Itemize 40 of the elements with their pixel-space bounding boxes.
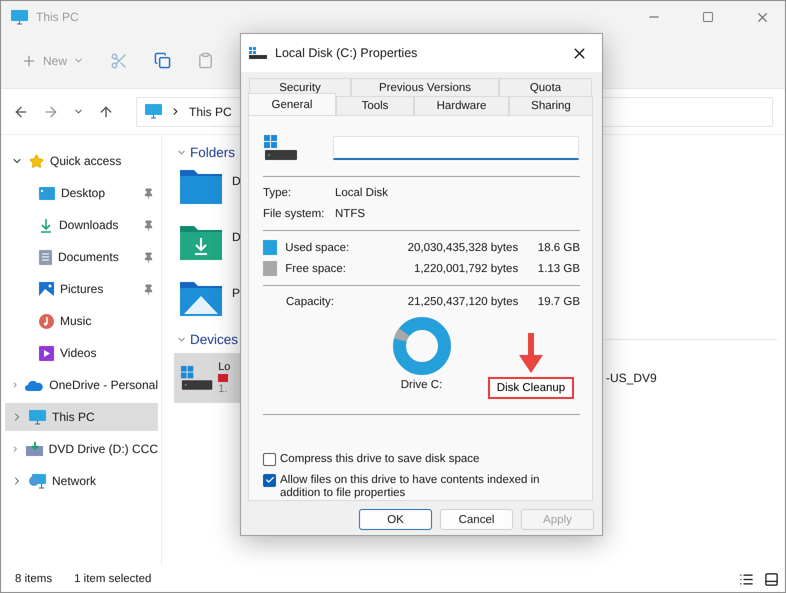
sidebar-label: Network [52,474,98,488]
bytes-value: 1,220,001,792 bytes [412,262,518,275]
address-text: This PC [189,104,232,118]
sidebar-label: Downloads [59,218,120,232]
option-label: Compress this drive to save disk space [280,452,480,466]
info-label: Capacity: [285,296,335,308]
bytes-value: 20,030,435,328 bytes [406,242,518,254]
folder-label: D [232,174,241,188]
section-heading: Devices [190,332,238,347]
status-text: 8 items [15,573,52,585]
sidebar-label: Videos [60,346,98,360]
info-label: Used space: [285,242,350,254]
sidebar-label: Quick access [50,154,122,168]
info-label: File system: [263,208,326,220]
drive-label: Drive C: [400,378,442,391]
info-value: Local Disk [335,187,388,200]
info-label: Type: [263,187,292,200]
info-label: Free space: [285,262,347,275]
size-value: 1.13 GB [536,262,580,275]
window-title: This PC [36,10,80,24]
drive-free-text: 1. [218,383,228,395]
sidebar-label: Pictures [60,282,104,296]
drive-label: -US_DV9 [606,371,657,385]
info-value: NTFS [335,208,366,220]
status-text: 1 item selected [74,573,152,585]
sidebar-label: Music [60,314,92,328]
bytes-value: 21,250,437,120 bytes [406,296,518,308]
section-heading: Folders [190,145,236,160]
option-label: Allow files on this drive to have contents indexed in addition to file properties [280,474,541,500]
size-value: 18.6 GB [536,242,580,254]
sidebar-label: This PC [52,410,96,424]
size-value: 19.7 GB [536,296,580,308]
sidebar-label: Desktop [61,186,106,200]
folder-label: P [232,286,240,300]
sidebar-label: DVD Drive (D:) CCC [48,442,158,456]
sidebar-label: Documents [58,250,120,264]
drive-name: Lo [218,361,230,373]
folder-label: D [232,230,241,244]
dialog-title: Local Disk (C:) Properties [275,46,418,60]
sidebar-label: OneDrive - Personal [49,378,158,392]
